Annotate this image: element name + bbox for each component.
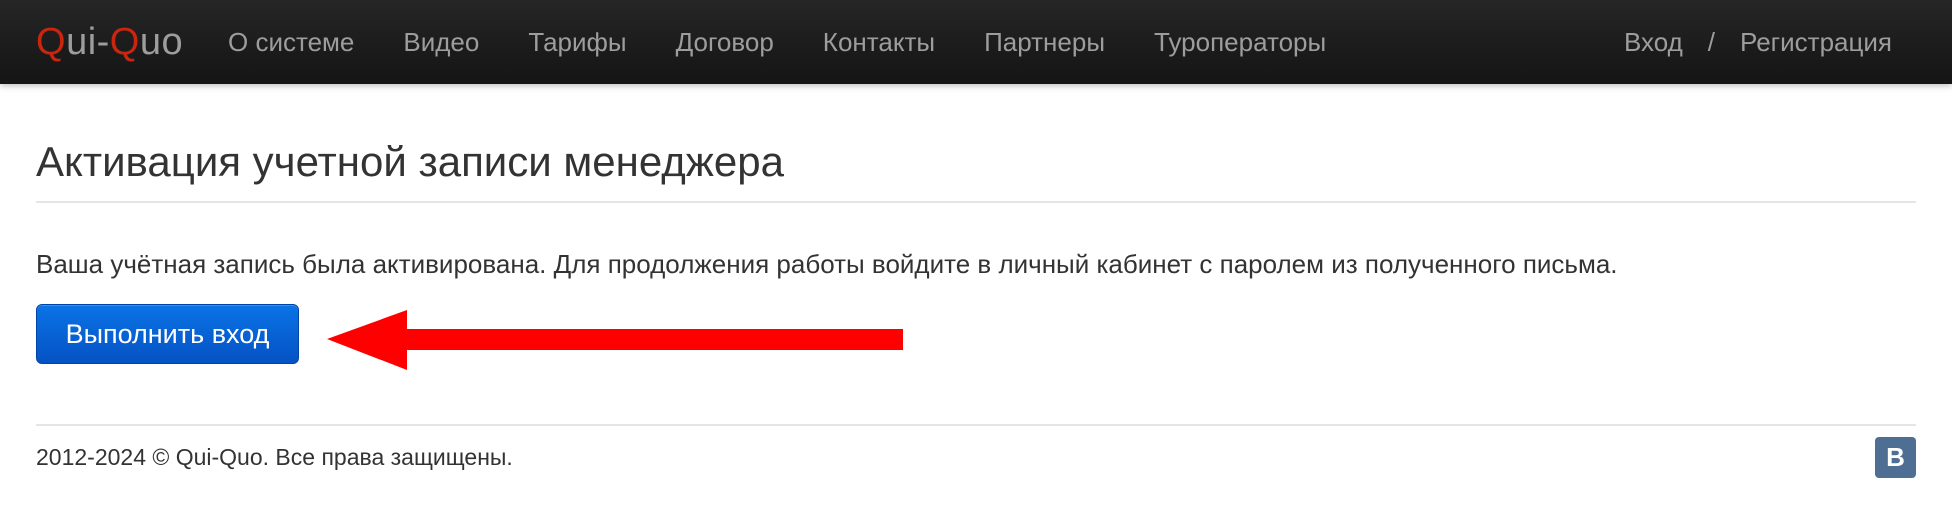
title-divider	[36, 201, 1916, 203]
footer-copyright: 2012-2024 © Qui-Quo. Все права защищены.	[36, 444, 513, 470]
brand-q-letter: Q	[109, 21, 140, 63]
nav-link-about[interactable]: О системе	[228, 27, 354, 58]
register-link[interactable]: Регистрация	[1740, 27, 1892, 58]
login-button[interactable]: Выполнить вход	[36, 304, 299, 364]
red-arrow-annotation	[327, 310, 903, 370]
vk-icon[interactable]: B	[1875, 437, 1916, 478]
brand-text-part: uo	[139, 21, 184, 63]
main-nav: О системе Видео Тарифы Договор Контакты …	[228, 0, 1375, 84]
nav-link-contacts[interactable]: Контакты	[823, 27, 935, 58]
activation-message: Ваша учётная запись была активирована. Д…	[36, 249, 1618, 279]
auth-links: Вход / Регистрация	[1624, 0, 1892, 84]
page-title: Активация учетной записи менеджера	[36, 138, 784, 185]
brand-text-part: ui-	[66, 21, 110, 63]
nav-link-pricing[interactable]: Тарифы	[528, 27, 626, 58]
nav-link-contract[interactable]: Договор	[676, 27, 774, 58]
nav-link-partners[interactable]: Партнеры	[984, 27, 1105, 58]
arrow-shape	[327, 310, 903, 370]
auth-separator: /	[1707, 26, 1715, 57]
nav-link-video[interactable]: Видео	[403, 27, 479, 58]
brand-logo[interactable]: Qui-Quo	[36, 18, 183, 66]
top-navbar: Qui-Quo О системе Видео Тарифы Договор К…	[0, 0, 1952, 84]
footer-divider	[36, 424, 1916, 426]
brand-q-letter: Q	[36, 21, 67, 63]
login-link[interactable]: Вход	[1624, 27, 1683, 58]
nav-link-tour-operators[interactable]: Туроператоры	[1154, 27, 1326, 58]
